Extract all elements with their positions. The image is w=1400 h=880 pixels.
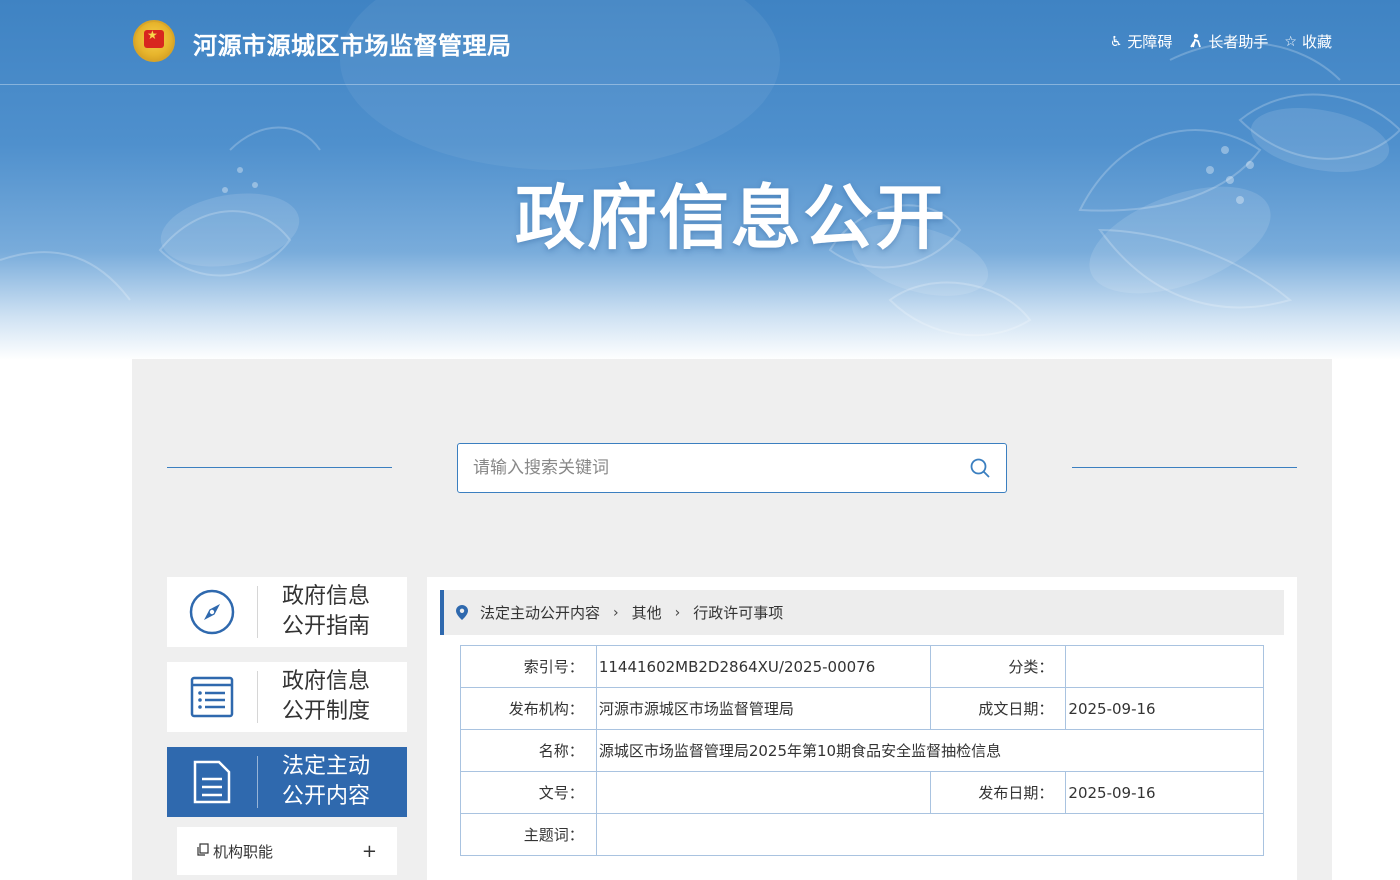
top-links: ♿ 无障碍 长者助手 ☆ 收藏 xyxy=(1110,31,1332,52)
publish-date-value: 2025-09-16 xyxy=(1065,771,1264,814)
compass-icon xyxy=(189,589,235,635)
table-row: 索引号： 11441602MB2D2864XU/2025-00076 分类： xyxy=(460,645,1264,688)
search-divider-left xyxy=(167,467,392,468)
document-icon xyxy=(193,760,231,804)
sidebar-item-label: 法定主动 公开内容 xyxy=(282,754,371,809)
national-emblem-logo: ★ xyxy=(133,20,175,62)
main-panel: 政府信息 公开指南 政府信息 公开制度 xyxy=(132,359,1332,880)
elder-assist-icon xyxy=(1188,33,1203,51)
breadcrumb-item[interactable]: 其他 xyxy=(632,602,662,623)
elder-assist-label: 长者助手 xyxy=(1208,33,1269,51)
sidebar-item-statutory[interactable]: 法定主动 公开内容 xyxy=(167,747,407,817)
sidebar-item-system[interactable]: 政府信息 公开制度 xyxy=(167,662,407,732)
created-date-label: 成文日期： xyxy=(929,687,1067,730)
accessibility-label: 无障碍 xyxy=(1127,33,1173,51)
document-info-table: 索引号： 11441602MB2D2864XU/2025-00076 分类： 发… xyxy=(460,645,1265,856)
site-title[interactable]: 河源市源城区市场监督管理局 xyxy=(193,26,512,61)
favorite-link[interactable]: ☆ 收藏 xyxy=(1284,31,1332,52)
sidebar-item-guide[interactable]: 政府信息 公开指南 xyxy=(167,577,407,647)
sidebar-item-label: 政府信息 公开制度 xyxy=(282,669,371,724)
sidebar-subitem-label: 机构职能 xyxy=(213,842,274,861)
name-label: 名称： xyxy=(460,729,597,772)
publish-date-label: 发布日期： xyxy=(929,771,1067,814)
table-row: 文号： 发布日期： 2025-09-16 xyxy=(460,771,1264,814)
accessibility-link[interactable]: ♿ 无障碍 xyxy=(1110,31,1173,52)
search-divider-right xyxy=(1072,467,1297,468)
breadcrumb: 法定主动公开内容 › 其他 › 行政许可事项 xyxy=(440,590,1284,635)
category-label: 分类： xyxy=(929,645,1067,688)
topbar-divider xyxy=(0,84,1400,85)
hero-title: 政府信息公开 xyxy=(515,177,947,259)
breadcrumb-item[interactable]: 法定主动公开内容 xyxy=(480,602,600,623)
keywords-label: 主题词： xyxy=(460,813,597,856)
index-label: 索引号： xyxy=(460,645,597,688)
location-pin-icon xyxy=(456,605,468,620)
breadcrumb-item[interactable]: 行政许可事项 xyxy=(693,602,783,623)
header-banner: ★ 河源市源城区市场监督管理局 ♿ 无障碍 长者助手 ☆ 收藏 政府信息公开 xyxy=(0,0,1400,360)
favorite-label: 收藏 xyxy=(1301,33,1332,51)
content-area: 法定主动公开内容 › 其他 › 行政许可事项 索引号： 11441602MB2D… xyxy=(427,577,1297,880)
index-value: 11441602MB2D2864XU/2025-00076 xyxy=(595,645,931,688)
keywords-value xyxy=(595,813,1265,856)
search-button[interactable] xyxy=(954,444,1006,492)
sidebar-item-label: 政府信息 公开指南 xyxy=(282,584,371,639)
copy-icon xyxy=(197,842,209,860)
name-value: 源城区市场监督管理局2025年第10期食品安全监督抽检信息 xyxy=(595,729,1265,772)
expand-toggle[interactable]: + xyxy=(362,841,377,862)
publisher-label: 发布机构： xyxy=(460,687,597,730)
document-number-value xyxy=(595,771,931,814)
created-date-value: 2025-09-16 xyxy=(1065,687,1264,730)
wheelchair-icon: ♿ xyxy=(1109,33,1123,50)
search-box xyxy=(457,443,1007,493)
chevron-right-icon: › xyxy=(674,604,681,621)
sidebar-subitem-functions[interactable]: 机构职能 + xyxy=(177,827,397,875)
search-input[interactable] xyxy=(458,444,954,492)
search-icon xyxy=(970,458,990,478)
table-row: 发布机构： 河源市源城区市场监督管理局 成文日期： 2025-09-16 xyxy=(460,687,1264,730)
list-document-icon xyxy=(190,676,234,718)
publisher-value: 河源市源城区市场监督管理局 xyxy=(595,687,931,730)
document-number-label: 文号： xyxy=(460,771,597,814)
elder-assist-link[interactable]: 长者助手 xyxy=(1188,31,1268,52)
star-icon: ☆ xyxy=(1284,33,1297,50)
table-row: 主题词： xyxy=(460,813,1265,856)
category-value xyxy=(1065,645,1264,688)
chevron-right-icon: › xyxy=(613,604,619,621)
table-row: 名称： 源城区市场监督管理局2025年第10期食品安全监督抽检信息 xyxy=(460,729,1265,772)
